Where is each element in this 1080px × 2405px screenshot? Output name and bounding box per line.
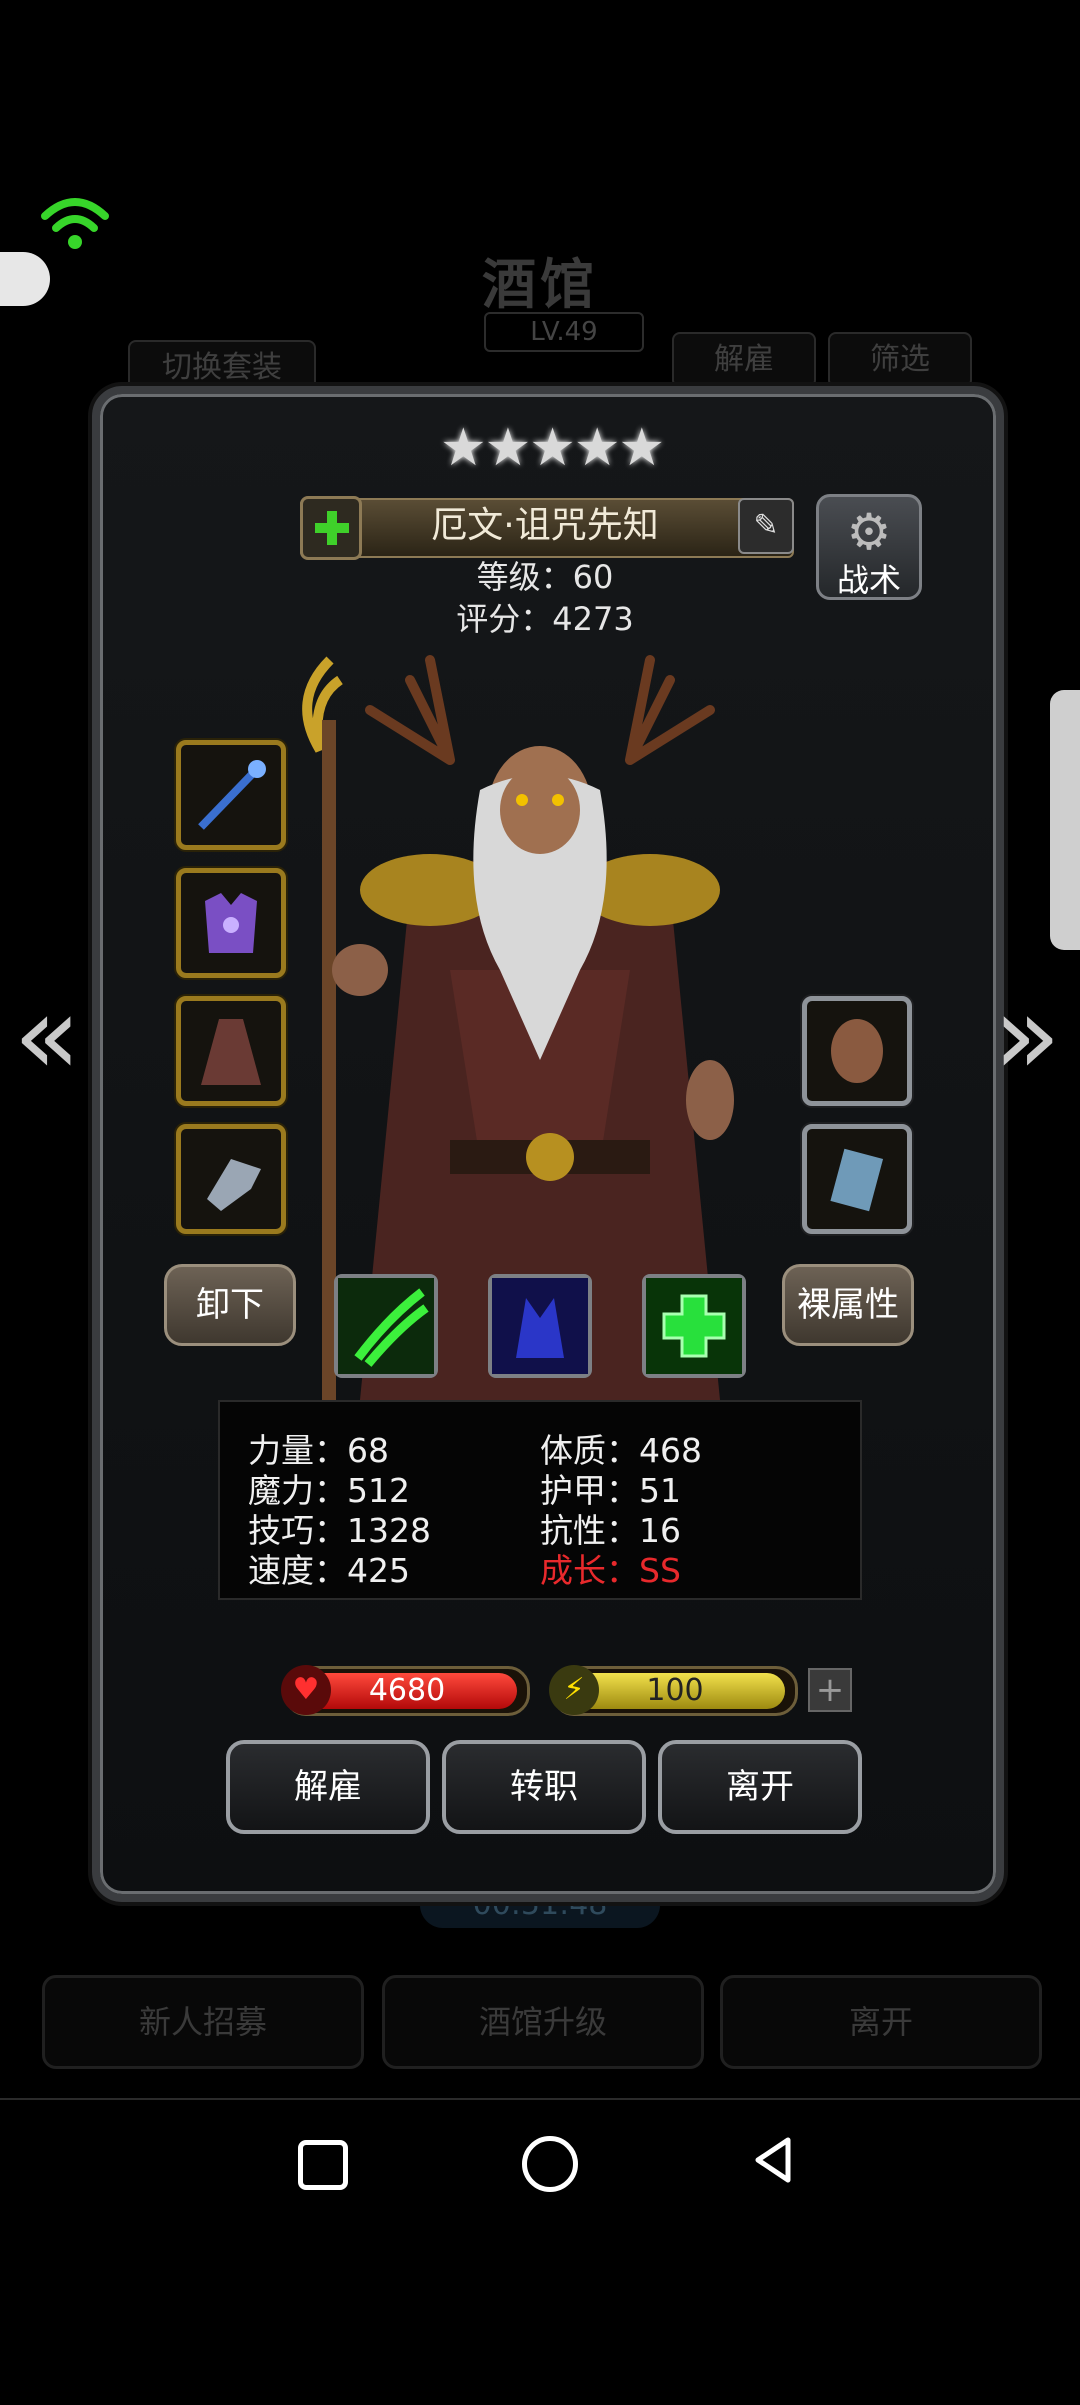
gauntlet-icon: [207, 1159, 261, 1211]
side-drawer-handle[interactable]: [1050, 690, 1080, 950]
tactic-button[interactable]: ⚙ 战术: [816, 494, 922, 600]
stat-growth: 成长：SS: [540, 1551, 681, 1590]
dark-wolf-skill-icon: [492, 1278, 588, 1374]
weapon-slot[interactable]: [176, 740, 286, 850]
add-energy-button[interactable]: +: [808, 1668, 852, 1712]
tavern-title: 酒馆: [482, 252, 598, 316]
skill-slot-2[interactable]: [488, 1274, 592, 1378]
stat-speed: 速度：425: [248, 1551, 410, 1590]
tavern-upgrade-button: 酒馆升级: [382, 1975, 704, 2069]
staff-icon: [198, 760, 266, 830]
star-rating: ★★★★★: [440, 418, 665, 478]
energy-value: 100: [646, 1673, 704, 1708]
home-button[interactable]: [522, 2136, 578, 2192]
hp-value: 4680: [368, 1673, 446, 1708]
book-icon: [830, 1148, 884, 1212]
next-hero-arrow[interactable]: »: [992, 980, 1062, 1090]
rename-button[interactable]: ✎: [738, 498, 794, 554]
skill-slot-3[interactable]: [642, 1274, 746, 1378]
shield-stone-icon: [831, 1019, 883, 1083]
change-class-button[interactable]: 转职: [442, 1740, 646, 1834]
green-cross-heal-icon: [646, 1278, 742, 1374]
dismiss-button[interactable]: 解雇: [226, 1740, 430, 1834]
armor-slot[interactable]: [176, 868, 286, 978]
previous-hero-arrow[interactable]: «: [12, 980, 82, 1090]
bg-dismiss-button: 解雇: [672, 332, 816, 388]
skill-slot-1[interactable]: [334, 1274, 438, 1378]
armor-icon: [205, 893, 257, 953]
hero-level: 等级：60: [476, 558, 614, 596]
gear-icon: ⚙: [846, 503, 892, 561]
accessory-slot-1[interactable]: [802, 996, 912, 1106]
hero-name: 厄文·诅咒先知: [431, 505, 659, 546]
accessory-slot-2[interactable]: [802, 1124, 912, 1234]
cloak-icon: [201, 1019, 261, 1085]
filter-button: 筛选: [828, 332, 972, 388]
tavern-level: LV.49: [484, 312, 644, 352]
hp-bar: ♥ 4680: [281, 1665, 530, 1716]
back-button[interactable]: [750, 2134, 796, 2186]
bg-leave-button: 离开: [720, 1975, 1042, 2069]
new-recruit-button: 新人招募: [42, 1975, 364, 2069]
add-hero-button[interactable]: [300, 496, 362, 560]
cloak-slot[interactable]: [176, 996, 286, 1106]
gloves-slot[interactable]: [176, 1124, 286, 1234]
green-claw-skill-icon: [338, 1278, 434, 1374]
naked-stats-button[interactable]: 裸属性: [782, 1264, 914, 1346]
energy-bar: ⚡ 100: [549, 1665, 798, 1716]
unequip-button[interactable]: 卸下: [164, 1264, 296, 1346]
leave-button[interactable]: 离开: [658, 1740, 862, 1834]
hero-score: 评分：4273: [456, 600, 634, 638]
tactic-label: 战术: [836, 561, 901, 599]
edit-icon: ✎: [753, 508, 779, 543]
recents-button[interactable]: [298, 2140, 348, 2190]
